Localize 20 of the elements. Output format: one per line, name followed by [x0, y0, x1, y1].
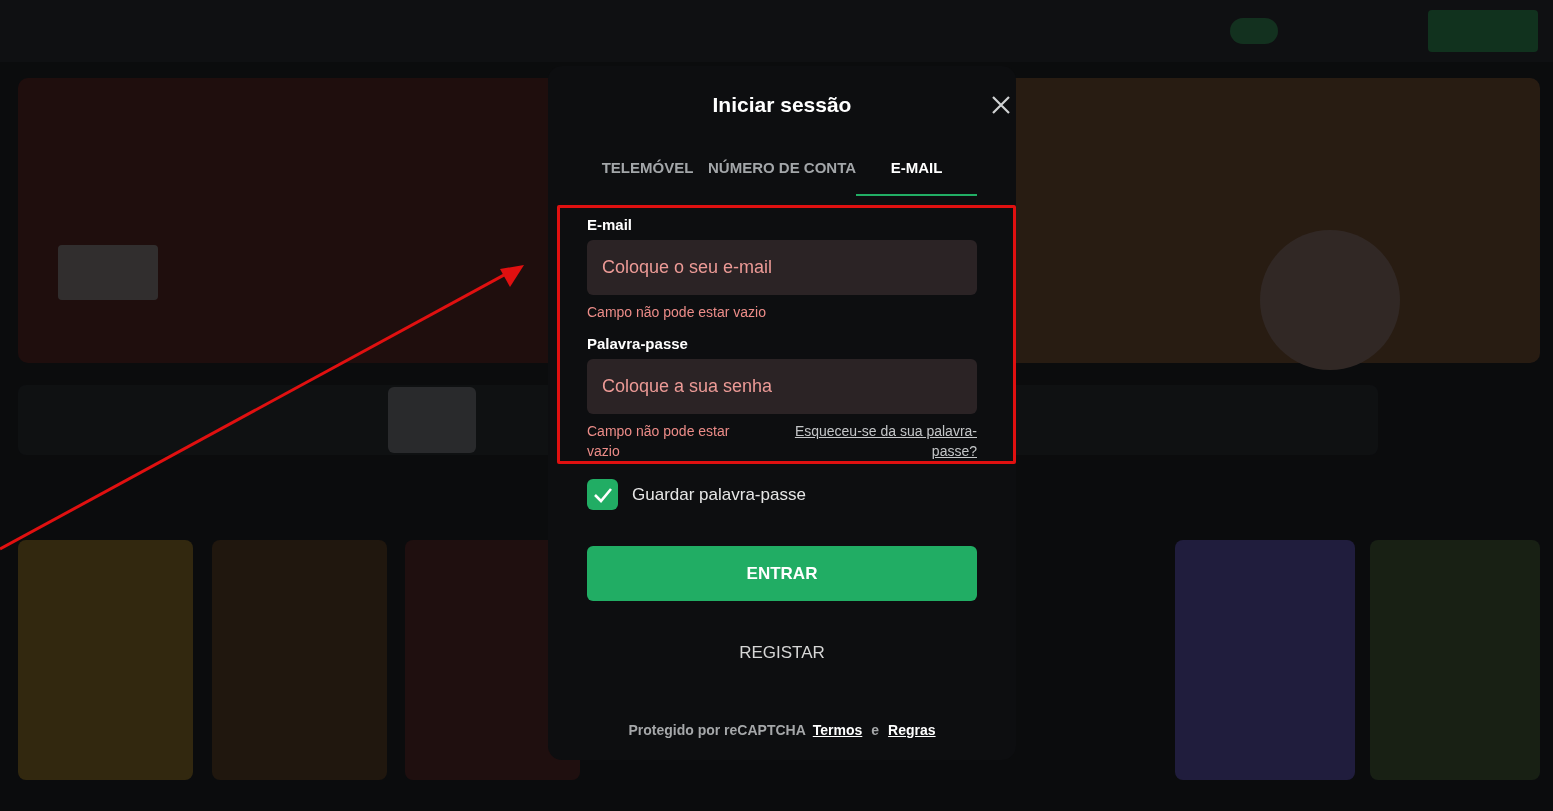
tab[interactable]: TELEMÓVEL: [587, 142, 708, 196]
error-message: Campo não pode estar vazio: [587, 422, 731, 461]
close-icon[interactable]: [991, 95, 1011, 115]
forgot-password-link[interactable]: Esqueceu-se da sua palavra-passe?: [782, 421, 977, 461]
tab[interactable]: NÚMERO DE CONTA: [707, 142, 857, 196]
register-button[interactable]: REGISTAR: [587, 625, 977, 681]
checkbox[interactable]: [587, 479, 618, 510]
field-label: Palavra-passe: [587, 335, 689, 353]
tab[interactable]: E-MAIL: [856, 142, 977, 196]
terms-link[interactable]: Termos: [812, 720, 863, 741]
input-field[interactable]: Coloque a sua senha: [587, 359, 977, 414]
dialog-title: Iniciar sessão: [712, 92, 852, 119]
recaptcha-note: Protegido por reCAPTCHA: [628, 721, 806, 740]
error-message: Campo não pode estar vazio: [587, 303, 766, 322]
field-label: E-mail: [587, 216, 633, 234]
checkbox-label: Guardar palavra-passe: [632, 483, 806, 506]
input-field[interactable]: Coloque o seu e-mail: [587, 240, 977, 295]
check-icon: [592, 486, 613, 503]
conjunction-text: e: [871, 721, 880, 740]
rules-link[interactable]: Regras: [888, 720, 936, 741]
